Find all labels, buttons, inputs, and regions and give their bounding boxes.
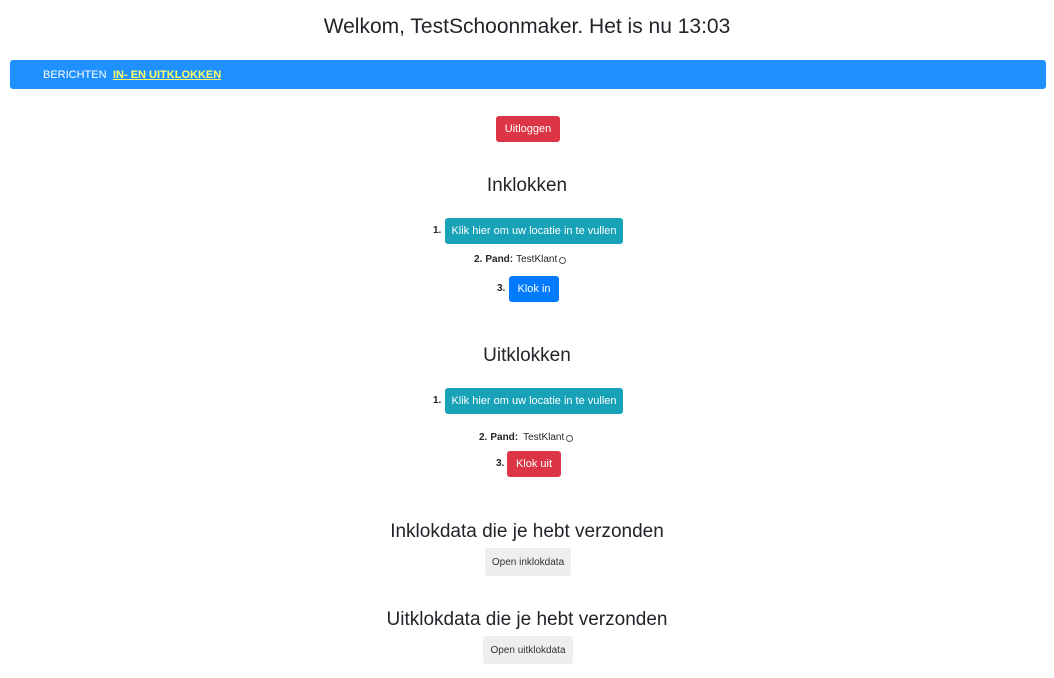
uitklokken-step3-number: 3.	[496, 458, 505, 469]
nav-item-in-uitklokken[interactable]: In- en uitklokken	[113, 68, 221, 82]
inklokken-pand-row: 2. Pand: TestKlant	[474, 254, 567, 266]
page: Welkom, TestSchoonmaker. Het is nu 13:03…	[0, 0, 1054, 678]
klok-uit-button[interactable]: Klok uit	[507, 451, 561, 477]
open-uitklokdata-button[interactable]: Open uitklokdata	[483, 636, 573, 664]
inklokken-step2-number: 2.	[474, 254, 483, 265]
uitklokken-pand-row: 2. Pand: TestKlant	[479, 432, 574, 444]
inklokken-location-button[interactable]: Klik hier om uw locatie in te vullen	[445, 218, 623, 244]
nav-item-berichten[interactable]: Berichten	[43, 68, 107, 82]
uitklokken-location-button[interactable]: Klik hier om uw locatie in te vullen	[445, 388, 623, 414]
inklokken-pand-radio[interactable]	[559, 256, 567, 264]
welcome-heading: Welkom, TestSchoonmaker. Het is nu 13:03	[323, 15, 731, 38]
klok-in-button[interactable]: Klok in	[509, 276, 559, 302]
inklokken-pand-label: Pand:	[485, 254, 514, 265]
uitklokken-step2-number: 2.	[479, 432, 488, 443]
open-inklokdata-button[interactable]: Open inklokdata	[485, 548, 571, 576]
inklokken-step3-number: 3.	[497, 283, 506, 294]
inklokdata-heading: Inklokdata die je hebt verzonden	[390, 521, 664, 542]
uitklokken-pand-label: Pand:	[490, 432, 519, 443]
inklokken-pand-value: TestKlant	[516, 254, 558, 265]
logout-button[interactable]: Uitloggen	[496, 116, 560, 142]
inklokken-step1-number: 1.	[433, 225, 442, 236]
uitklokken-heading: Uitklokken	[483, 345, 571, 366]
uitklokken-pand-radio[interactable]	[566, 434, 574, 442]
uitklokken-pand-value: TestKlant	[523, 432, 565, 443]
navbar: Berichten In- en uitklokken	[10, 60, 1046, 89]
inklokken-heading: Inklokken	[486, 175, 568, 196]
uitklokdata-heading: Uitklokdata die je hebt verzonden	[386, 609, 668, 630]
uitklokken-step1-number: 1.	[433, 395, 442, 406]
